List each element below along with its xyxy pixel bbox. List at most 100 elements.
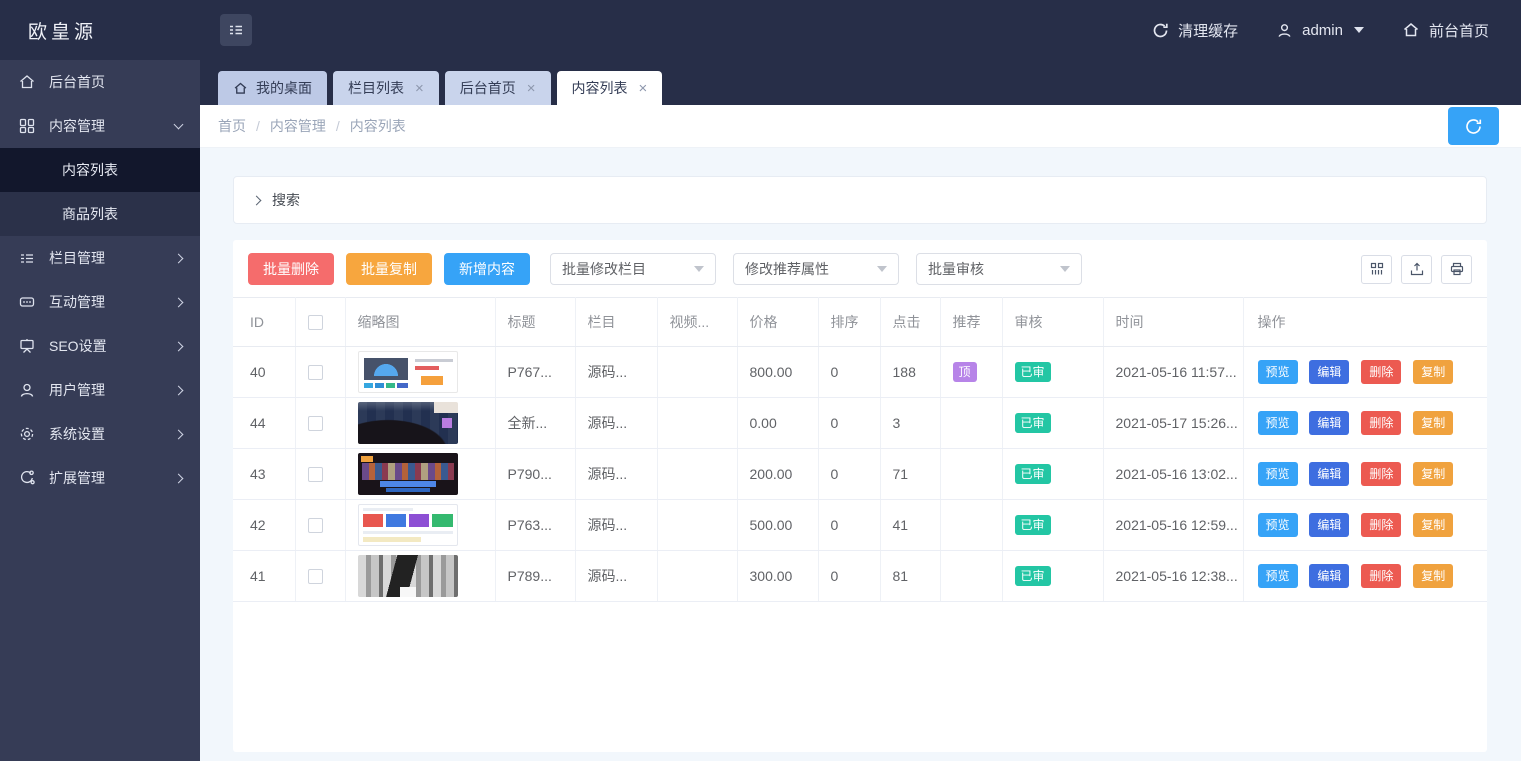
- chevron-down-icon: [694, 266, 704, 272]
- home-icon: [233, 81, 248, 96]
- cell-audit: 已审: [1002, 347, 1103, 398]
- export-icon: [1409, 261, 1425, 277]
- thumbnail-image[interactable]: [358, 504, 458, 546]
- cell-id: 42: [233, 500, 295, 551]
- thumbnail-image[interactable]: [358, 351, 458, 393]
- app-logo: 欧皇源: [0, 17, 200, 44]
- col-clicks: 点击: [880, 298, 940, 347]
- sidebar-item-content-mgmt[interactable]: 内容管理: [0, 104, 200, 148]
- batch-audit-select[interactable]: 批量审核: [916, 253, 1082, 285]
- thumbnail-image[interactable]: [358, 453, 458, 495]
- delete-button[interactable]: 删除: [1361, 462, 1401, 486]
- cell-sort: 0: [818, 500, 880, 551]
- tab-backend-home[interactable]: 后台首页: [445, 71, 551, 105]
- refresh-page-button[interactable]: [1448, 107, 1499, 145]
- row-checkbox[interactable]: [308, 518, 323, 533]
- preview-button[interactable]: 预览: [1258, 462, 1298, 486]
- sidebar-toggle-button[interactable]: [220, 14, 252, 46]
- close-icon[interactable]: [415, 81, 424, 96]
- breadcrumb-content-mgmt[interactable]: 内容管理: [270, 116, 326, 136]
- delete-button[interactable]: 删除: [1361, 411, 1401, 435]
- user-icon: [18, 381, 36, 399]
- cell-audit: 已审: [1002, 500, 1103, 551]
- edit-button[interactable]: 编辑: [1309, 513, 1349, 537]
- copy-button[interactable]: 复制: [1413, 513, 1453, 537]
- sidebar-item-system-settings[interactable]: 系统设置: [0, 412, 200, 456]
- preview-button[interactable]: 预览: [1258, 411, 1298, 435]
- print-button[interactable]: [1441, 255, 1472, 284]
- add-content-button[interactable]: 新增内容: [444, 253, 530, 285]
- preview-button[interactable]: 预览: [1258, 360, 1298, 384]
- cell-category: 源码...: [575, 347, 657, 398]
- col-select: [295, 298, 345, 347]
- copy-button[interactable]: 复制: [1413, 411, 1453, 435]
- export-button[interactable]: [1401, 255, 1432, 284]
- content-area: 搜索 批量删除 批量复制 新增内容 批量修改栏目 修改推荐属性 批量审核: [200, 148, 1521, 761]
- sidebar-item-interaction-mgmt[interactable]: 互动管理: [0, 280, 200, 324]
- chevron-right-icon: [174, 297, 184, 307]
- tab-column-list[interactable]: 栏目列表: [333, 71, 439, 105]
- row-checkbox[interactable]: [308, 467, 323, 482]
- cell-id: 43: [233, 449, 295, 500]
- sidebar-item-seo-settings[interactable]: SEO设置: [0, 324, 200, 368]
- select-all-checkbox[interactable]: [308, 315, 323, 330]
- list-icon: [18, 249, 36, 267]
- columns-icon: [1369, 261, 1385, 277]
- select-value: 批量修改栏目: [562, 259, 646, 279]
- copy-button[interactable]: 复制: [1413, 360, 1453, 384]
- select-value: 修改推荐属性: [745, 259, 829, 279]
- chevron-right-icon: [174, 341, 184, 351]
- presentation-icon: [18, 337, 36, 355]
- batch-delete-button[interactable]: 批量删除: [248, 253, 334, 285]
- audit-badge: 已审: [1015, 464, 1051, 484]
- batch-change-column-select[interactable]: 批量修改栏目: [550, 253, 716, 285]
- breadcrumb-home[interactable]: 首页: [218, 116, 246, 136]
- edit-button[interactable]: 编辑: [1309, 360, 1349, 384]
- sidebar-item-label: 后台首页: [49, 72, 105, 92]
- close-icon[interactable]: [527, 81, 536, 96]
- table-card: 批量删除 批量复制 新增内容 批量修改栏目 修改推荐属性 批量审核: [233, 240, 1487, 752]
- edit-button[interactable]: 编辑: [1309, 462, 1349, 486]
- cell-time: 2021-05-17 15:26...: [1103, 398, 1243, 449]
- preview-button[interactable]: 预览: [1258, 564, 1298, 588]
- cell-sort: 0: [818, 551, 880, 602]
- delete-button[interactable]: 删除: [1361, 513, 1401, 537]
- row-checkbox[interactable]: [308, 569, 323, 584]
- copy-button[interactable]: 复制: [1413, 462, 1453, 486]
- cell-id: 41: [233, 551, 295, 602]
- delete-button[interactable]: 删除: [1361, 360, 1401, 384]
- clear-cache-button[interactable]: 清理缓存: [1152, 20, 1238, 41]
- sidebar-item-label: 系统设置: [49, 424, 105, 444]
- thumbnail-image[interactable]: [358, 402, 458, 444]
- sidebar-item-column-mgmt[interactable]: 栏目管理: [0, 236, 200, 280]
- tab-my-desktop[interactable]: 我的桌面: [218, 71, 327, 105]
- sidebar-item-user-mgmt[interactable]: 用户管理: [0, 368, 200, 412]
- tab-content-list[interactable]: 内容列表: [557, 71, 663, 105]
- sidebar-item-label: 扩展管理: [49, 468, 105, 488]
- sidebar-item-product-list[interactable]: 商品列表: [0, 192, 200, 236]
- search-toggle-panel[interactable]: 搜索: [233, 176, 1487, 224]
- cell-clicks: 3: [880, 398, 940, 449]
- sidebar-item-content-list[interactable]: 内容列表: [0, 148, 200, 192]
- delete-button[interactable]: 删除: [1361, 564, 1401, 588]
- cell-title: 全新...: [495, 398, 575, 449]
- preview-button[interactable]: 预览: [1258, 513, 1298, 537]
- sidebar-item-dashboard[interactable]: 后台首页: [0, 60, 200, 104]
- frontend-home-link[interactable]: 前台首页: [1402, 20, 1489, 41]
- close-icon[interactable]: [639, 81, 648, 96]
- row-checkbox[interactable]: [308, 416, 323, 431]
- cell-title: P790...: [495, 449, 575, 500]
- thumbnail-image[interactable]: [358, 555, 458, 597]
- edit-button[interactable]: 编辑: [1309, 564, 1349, 588]
- copy-button[interactable]: 复制: [1413, 564, 1453, 588]
- edit-button[interactable]: 编辑: [1309, 411, 1349, 435]
- table-row: 41 P789... 源码... 300.00 0 81 已审 2021-05-…: [233, 551, 1487, 602]
- username-label: admin: [1302, 22, 1343, 39]
- user-menu[interactable]: admin: [1276, 22, 1364, 39]
- row-checkbox[interactable]: [308, 365, 323, 380]
- batch-copy-button[interactable]: 批量复制: [346, 253, 432, 285]
- columns-setting-button[interactable]: [1361, 255, 1392, 284]
- sidebar-item-extension-mgmt[interactable]: 扩展管理: [0, 456, 200, 500]
- frontend-home-label: 前台首页: [1429, 20, 1489, 41]
- change-recommend-select[interactable]: 修改推荐属性: [733, 253, 899, 285]
